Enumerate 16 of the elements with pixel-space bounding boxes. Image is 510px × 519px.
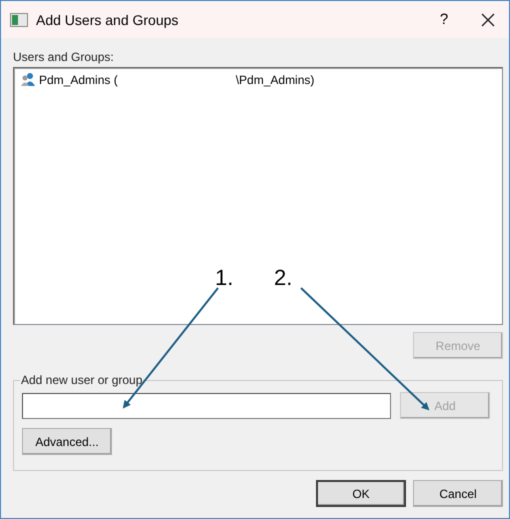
list-label: Users and Groups: bbox=[13, 50, 115, 64]
step-label: 1. bbox=[215, 265, 234, 291]
step-label: 2. bbox=[274, 265, 292, 291]
dialog-button[interactable]: Cancel bbox=[413, 480, 503, 507]
window-title: Add Users and Groups bbox=[36, 12, 180, 28]
group-icon bbox=[20, 72, 36, 87]
help-button[interactable]: ? bbox=[429, 11, 459, 28]
list-item[interactable]: Pdm_Admins ( \Pdm_Admins) bbox=[18, 71, 316, 88]
item-text: \Pdm_Admins) bbox=[236, 72, 314, 86]
group-legend: Add new user or group bbox=[20, 373, 144, 387]
advanced-button[interactable]: Advanced... bbox=[22, 428, 112, 455]
window-icon bbox=[10, 12, 28, 26]
user-input-field[interactable] bbox=[22, 392, 391, 418]
dialog-button[interactable]: OK bbox=[316, 480, 406, 507]
item-text: Pdm_Admins ( bbox=[39, 72, 118, 86]
close-icon[interactable] bbox=[481, 12, 495, 26]
